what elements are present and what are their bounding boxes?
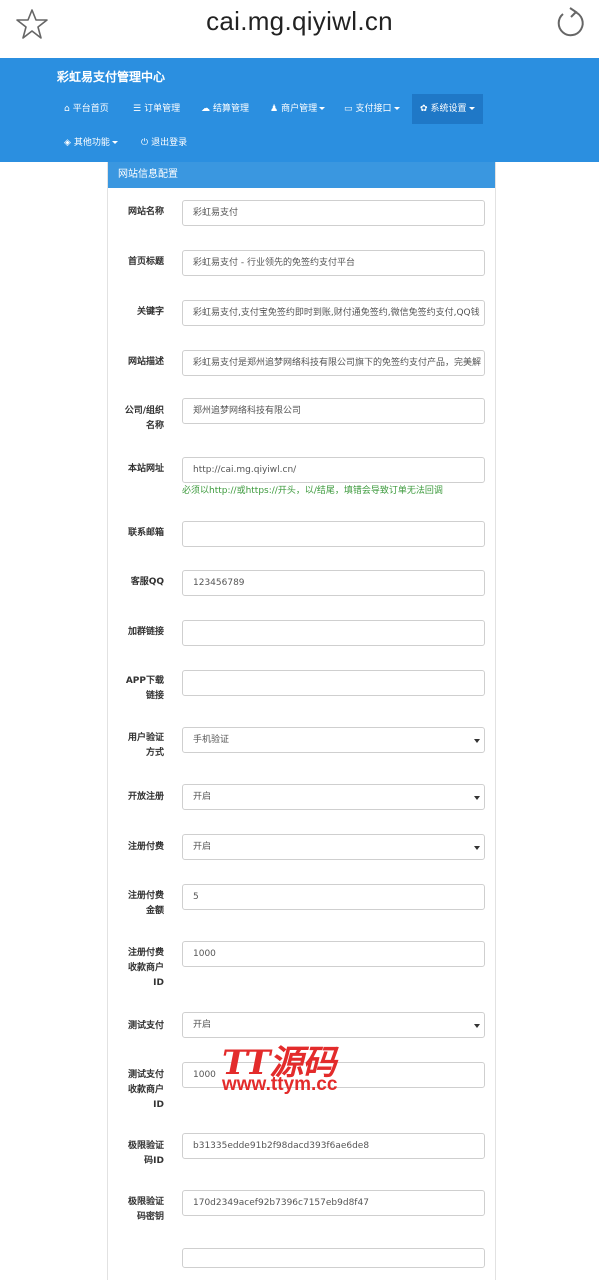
caret-down-icon [111, 141, 118, 144]
site-url-help: 必须以http://或https://开头，以/结尾，填错会导致订单无法回调 [182, 486, 443, 496]
keywords-input[interactable]: 彩虹易支付,支付宝免签约即时到账,财付通免签约,微信免签约支付,QQ钱 [182, 300, 485, 326]
site-name-label: 网站名称 [127, 207, 164, 217]
home-icon: ⌂ [64, 104, 70, 114]
app-link-input[interactable] [182, 670, 485, 696]
open-register-select[interactable]: 开启 [182, 784, 485, 810]
nav-other[interactable]: ◈ 其他功能 [64, 128, 118, 158]
cube-icon: ◈ [64, 138, 71, 148]
nav-merchants[interactable]: ♟ 商户管理 [270, 94, 326, 124]
app-link-label: APP下载 链接 [125, 676, 164, 701]
caret-down-icon [319, 107, 326, 110]
geetest-key-input[interactable]: 170d2349acef92b7396c7157eb9d8f47 [182, 1190, 485, 1216]
register-fee-input[interactable]: 5 [182, 884, 485, 910]
nav-system-settings[interactable]: ✿ 系统设置 [412, 94, 483, 124]
test-pay-label: 测试支付 [127, 1021, 164, 1031]
geetest-id-label: 极限验证 码ID [127, 1141, 164, 1166]
user-icon: ♟ [270, 104, 279, 114]
home-title-label: 首页标题 [127, 257, 164, 267]
description-input[interactable]: 彩虹易支付是郑州追梦网络科技有限公司旗下的免签约支付产品，完美解 [182, 350, 485, 376]
site-url-input[interactable]: http://cai.mg.qiyiwl.cn/ [182, 457, 485, 483]
cloud-icon: ☁ [201, 104, 210, 114]
geetest-id-input[interactable]: b31335edde91b2f98dacd393f6ae6de8 [182, 1133, 485, 1159]
card-icon: ▭ [344, 104, 353, 114]
group-link-input[interactable] [182, 620, 485, 646]
nav-settlement[interactable]: ☁ 结算管理 [201, 94, 249, 124]
qq-label: 客服QQ [130, 577, 164, 587]
verify-method-select[interactable]: 手机验证 [182, 727, 485, 753]
open-register-label: 开放注册 [127, 792, 164, 802]
company-input[interactable]: 郑州追梦网络科技有限公司 [182, 398, 485, 424]
geetest-key-label: 极限验证 码密钥 [127, 1197, 164, 1222]
gear-icon: ✿ [420, 104, 428, 114]
site-config-panel: 网站信息配置 [107, 162, 496, 1280]
brand-title[interactable]: 彩虹易支付管理中心 [57, 68, 165, 85]
home-title-input[interactable]: 彩虹易支付 - 行业领先的免签约支付平台 [182, 250, 485, 276]
register-merchant-input[interactable]: 1000 [182, 941, 485, 967]
power-icon: ⏻ [141, 138, 149, 148]
register-pay-select[interactable]: 开启 [182, 834, 485, 860]
nav-home[interactable]: ⌂ 平台首页 [64, 94, 109, 124]
register-pay-label: 注册付费 [127, 842, 164, 852]
watermark-url: www.ttym.cc [222, 1074, 338, 1095]
description-label: 网站描述 [127, 357, 164, 367]
test-merchant-label: 测试支付 收款商户 ID [127, 1070, 164, 1110]
email-label: 联系邮箱 [127, 528, 164, 538]
nav-orders[interactable]: ☰ 订单管理 [133, 94, 180, 124]
register-merchant-label: 注册付费 收款商户 ID [127, 948, 164, 988]
nav-payment-api[interactable]: ▭ 支付接口 [344, 94, 400, 124]
email-input[interactable] [182, 521, 485, 547]
register-fee-label: 注册付费 金额 [127, 891, 164, 916]
qq-input[interactable]: 123456789 [182, 570, 485, 596]
company-label: 公司/组织 名称 [124, 406, 164, 431]
caret-down-icon [393, 107, 400, 110]
reload-icon[interactable] [551, 4, 589, 42]
browser-url-bar: cai.mg.qiyiwl.cn [0, 0, 599, 58]
group-link-label: 加群链接 [127, 627, 164, 637]
keywords-label: 关键字 [136, 307, 164, 317]
nav-logout[interactable]: ⏻ 退出登录 [141, 128, 187, 158]
url-text[interactable]: cai.mg.qiyiwl.cn [0, 6, 599, 37]
panel-title: 网站信息配置 [108, 162, 495, 188]
top-navbar: 彩虹易支付管理中心 ⌂ 平台首页 ☰ 订单管理 ☁ 结算管理 ♟ 商户管理 ▭ 支付接口 … [0, 58, 599, 162]
site-url-label: 本站网址 [127, 464, 164, 474]
caret-down-icon [468, 107, 475, 110]
list-icon: ☰ [133, 104, 142, 114]
next-row-input[interactable] [182, 1248, 485, 1268]
verify-method-label: 用户验证 方式 [127, 733, 164, 758]
site-name-input[interactable]: 彩虹易支付 [182, 200, 485, 226]
